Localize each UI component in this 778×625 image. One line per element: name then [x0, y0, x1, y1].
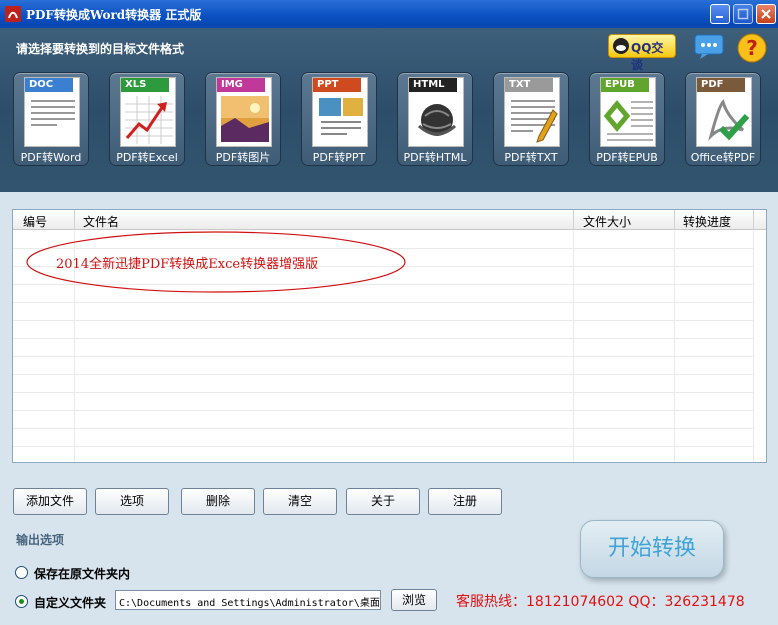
delete-button[interactable]: 删除	[181, 488, 255, 515]
format-tag: PPT	[313, 78, 361, 92]
qq-chat-label: QQ交谈	[631, 41, 664, 72]
format-txt-button[interactable]: TXT PDF转TXT	[493, 72, 569, 166]
app-icon	[5, 6, 21, 22]
minimize-button[interactable]	[710, 4, 730, 24]
browse-button[interactable]: 浏览	[391, 589, 437, 611]
epub-file-icon: EPUB	[600, 77, 656, 147]
custom-folder-label[interactable]: 自定义文件夹	[34, 594, 106, 611]
format-header: 请选择要转换到的目标文件格式 QQ交谈 ? DOC PDF转Word XLS P…	[0, 28, 778, 192]
column-filesize[interactable]: 文件大小	[583, 213, 631, 230]
format-label: PDF转TXT	[504, 151, 558, 164]
column-progress[interactable]: 转换进度	[683, 213, 731, 230]
about-button[interactable]: 关于	[346, 488, 420, 515]
format-label: PDF转Word	[20, 151, 82, 164]
format-label: PDF转EPUB	[596, 151, 658, 164]
format-tag: EPUB	[601, 78, 649, 92]
support-hotline: 客服热线：18121074602 QQ：326231478	[456, 594, 745, 610]
format-ppt-button[interactable]: PPT PDF转PPT	[301, 72, 377, 166]
format-tag: PDF	[697, 78, 745, 92]
save-original-radio[interactable]	[15, 566, 28, 579]
doc-file-icon: DOC	[24, 77, 80, 147]
close-button[interactable]	[756, 4, 776, 24]
image-file-icon: IMG	[216, 77, 272, 147]
column-filename[interactable]: 文件名	[83, 213, 119, 230]
svg-text:?: ?	[746, 36, 758, 60]
register-button[interactable]: 注册	[428, 488, 502, 515]
format-epub-button[interactable]: EPUB PDF转EPUB	[589, 72, 665, 166]
qq-icon	[613, 38, 629, 54]
title-bar: PDF转换成Word转换器 正式版	[0, 0, 778, 28]
options-button[interactable]: 选项	[95, 488, 169, 515]
format-tag: TXT	[505, 78, 553, 92]
qq-chat-button[interactable]: QQ交谈	[608, 34, 676, 72]
format-doc-button[interactable]: DOC PDF转Word	[13, 72, 89, 166]
maximize-button[interactable]	[733, 4, 753, 24]
promo-banner-text: 2014全新迅捷PDF转换成Exce转换器增强版	[56, 257, 319, 272]
list-header: 编号 文件名 文件大小 转换进度	[13, 210, 766, 230]
format-xls-button[interactable]: XLS PDF转Excel	[109, 72, 185, 166]
format-tag: IMG	[217, 78, 265, 92]
format-label: PDF转图片	[215, 151, 271, 164]
format-tag: DOC	[25, 78, 73, 92]
window-title: PDF转换成Word转换器 正式版	[26, 8, 202, 22]
clear-button[interactable]: 清空	[263, 488, 337, 515]
format-office-pdf-button[interactable]: PDF Office转PDF	[685, 72, 761, 166]
ppt-file-icon: PPT	[312, 77, 368, 147]
format-prompt: 请选择要转换到的目标文件格式	[16, 42, 185, 56]
format-label: PDF转PPT	[312, 151, 366, 164]
format-img-button[interactable]: IMG PDF转图片	[205, 72, 281, 166]
output-path-input[interactable]: C:\Documents and Settings\Administrator\…	[115, 590, 381, 610]
custom-folder-radio[interactable]	[15, 595, 28, 608]
start-convert-button[interactable]: 开始转换	[580, 520, 724, 578]
format-tag: XLS	[121, 78, 169, 92]
pdf-file-icon: PDF	[696, 77, 752, 147]
add-file-button[interactable]: 添加文件	[13, 488, 87, 515]
html-file-icon: HTML	[408, 77, 464, 147]
format-tag: HTML	[409, 78, 457, 92]
xls-file-icon: XLS	[120, 77, 176, 147]
column-index[interactable]: 编号	[23, 213, 47, 230]
format-html-button[interactable]: HTML PDF转HTML	[397, 72, 473, 166]
help-icon[interactable]: ?	[736, 32, 768, 64]
save-original-label[interactable]: 保存在原文件夹内	[34, 565, 130, 582]
chat-icon[interactable]	[694, 34, 724, 60]
txt-file-icon: TXT	[504, 77, 560, 147]
format-label: PDF转Excel	[116, 151, 178, 164]
format-label: PDF转HTML	[403, 151, 467, 164]
output-options-title: 输出选项	[16, 533, 65, 547]
format-label: Office转PDF	[690, 151, 756, 164]
